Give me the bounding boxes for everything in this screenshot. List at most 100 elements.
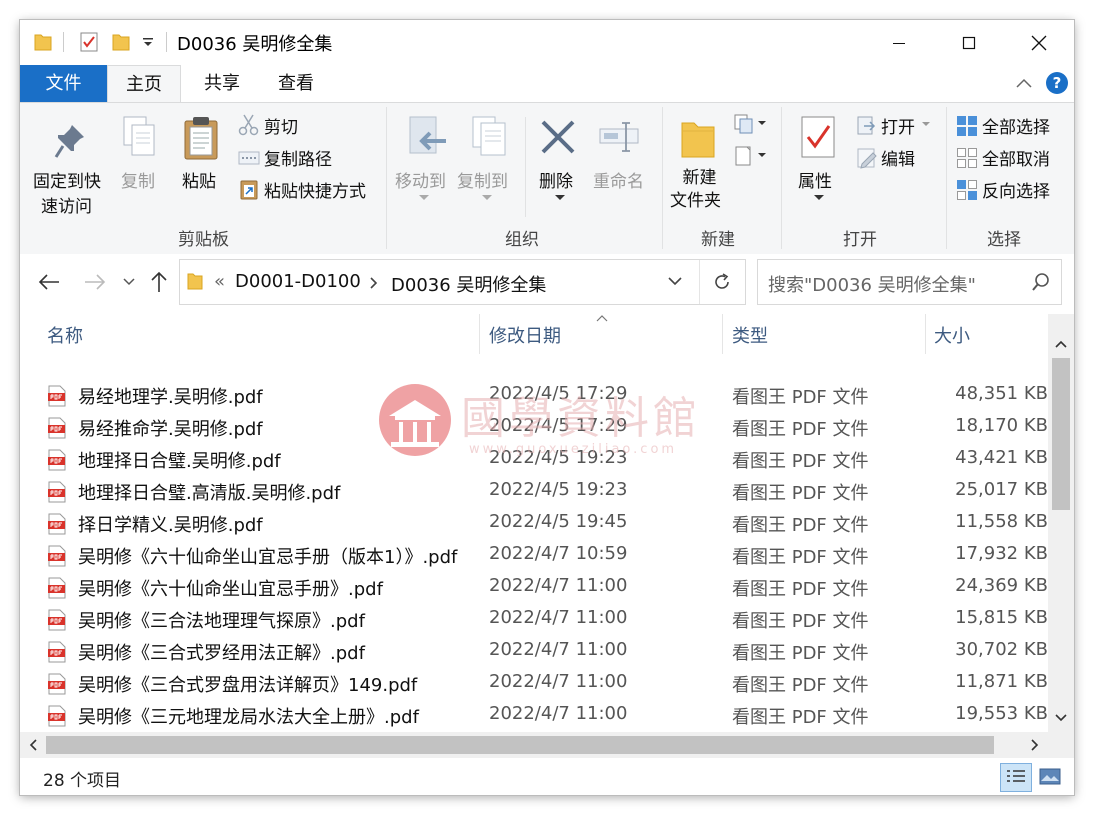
column-divider[interactable] — [925, 314, 926, 354]
title-separator — [166, 32, 167, 52]
pdf-file-icon — [48, 481, 66, 503]
select-all-button[interactable]: 全部选择 — [982, 113, 1050, 138]
breadcrumb-overflow[interactable]: « — [214, 271, 225, 292]
pdf-file-icon — [48, 417, 66, 439]
pdf-file-icon — [48, 513, 66, 535]
large-icons-view-button[interactable] — [1036, 763, 1064, 790]
breadcrumb-current[interactable]: D0036 吴明修全集 — [391, 271, 546, 297]
file-row[interactable]: 吴明修《三元地理龙局水法大全上册》.pdf 2022/4/7 11:00 看图王 P… — [20, 700, 1048, 732]
copy-path-button[interactable]: 复制路径 — [264, 145, 332, 170]
collapse-ribbon-icon[interactable] — [1016, 78, 1032, 88]
explorer-window: D0036 吴明修全集 文件 主页 共享 查看 ? 固定到快 速访问 复制 粘贴… — [20, 20, 1074, 795]
scroll-up-arrow-icon[interactable] — [1055, 340, 1067, 348]
file-name: 地理择日合璧.吴明修.pdf — [78, 451, 281, 472]
file-row[interactable]: 吴明修《三合式罗盘用法详解页》149.pdf 2022/4/7 11:00 看图王 … — [20, 668, 1048, 700]
invert-selection-icon — [957, 180, 977, 200]
column-date[interactable]: 修改日期 — [489, 322, 561, 348]
minimize-button[interactable] — [864, 20, 934, 65]
file-row[interactable]: 地理择日合璧.吴明修.pdf 2022/4/5 19:23 看图王 PDF 文件 43… — [20, 444, 1048, 476]
pin-quick-access-button[interactable]: 固定到快 速访问 — [33, 167, 101, 217]
refresh-icon[interactable] — [712, 272, 732, 292]
properties-button[interactable]: 属性 — [798, 167, 832, 192]
file-row[interactable]: 易经推命学.吴明修.pdf 2022/4/5 17:29 看图王 PDF 文件 18,… — [20, 412, 1048, 444]
new-folder-qat-icon[interactable] — [112, 32, 130, 52]
column-divider[interactable] — [722, 314, 723, 354]
search-box[interactable]: 搜索"D0036 吴明修全集" — [757, 259, 1062, 305]
close-button[interactable] — [1004, 20, 1074, 65]
horizontal-scrollbar[interactable] — [20, 732, 1048, 758]
ribbon-home: 固定到快 速访问 复制 粘贴 剪切 复制路径 粘贴快捷方式 剪贴板 移动到 复制… — [20, 102, 1074, 256]
file-name: 吴明修《三合法地理理气探原》.pdf — [78, 611, 365, 632]
move-to-button[interactable]: 移动到 — [395, 167, 446, 192]
breadcrumb-d0001-d0100[interactable]: D0001-D0100 — [235, 271, 361, 292]
file-row[interactable]: 易经地理学.吴明修.pdf 2022/4/5 17:29 看图王 PDF 文件 48,… — [20, 380, 1048, 412]
easy-access-icon[interactable] — [733, 145, 755, 167]
edit-button[interactable]: 编辑 — [881, 145, 915, 170]
address-dropdown-icon[interactable] — [668, 277, 682, 286]
file-name: 吴明修《六十仙命坐山宜忌手册（版本1）》.pdf — [78, 547, 458, 568]
rename-button[interactable]: 重命名 — [593, 167, 644, 192]
pdf-file-icon — [48, 641, 66, 663]
horizontal-scroll-thumb[interactable] — [46, 736, 994, 754]
cut-button[interactable]: 剪切 — [264, 113, 298, 138]
tab-view[interactable]: 查看 — [260, 65, 332, 102]
qat-dropdown-icon[interactable] — [142, 36, 154, 50]
group-label-new: 新建 — [701, 230, 735, 250]
vertical-scroll-thumb[interactable] — [1052, 358, 1070, 510]
file-size: 25,017 KB — [955, 479, 1048, 500]
scroll-down-arrow-icon[interactable] — [1055, 714, 1067, 722]
tab-file[interactable]: 文件 — [20, 65, 107, 102]
column-name[interactable]: 名称 — [47, 322, 83, 348]
file-modified-date: 2022/4/5 19:23 — [489, 479, 628, 500]
properties-qat-icon[interactable] — [79, 31, 99, 53]
vertical-scrollbar[interactable] — [1048, 314, 1074, 732]
file-row[interactable]: 择日学精义.吴明修.pdf 2022/4/5 19:45 看图王 PDF 文件 11,… — [20, 508, 1048, 540]
new-folder-button[interactable]: 新建 文件夹 — [670, 167, 721, 213]
back-arrow-icon[interactable] — [38, 273, 60, 291]
file-row[interactable]: 吴明修《六十仙命坐山宜忌手册》.pdf 2022/4/7 11:00 看图王 PDF… — [20, 572, 1048, 604]
open-button[interactable]: 打开 — [881, 113, 915, 138]
recent-locations-chevron-icon[interactable] — [123, 278, 135, 286]
file-row[interactable]: 吴明修《六十仙命坐山宜忌手册（版本1）》.pdf 2022/4/7 10:59 看图… — [20, 540, 1048, 572]
breadcrumb-chevron-icon[interactable] — [370, 277, 378, 289]
file-modified-date: 2022/4/7 11:00 — [489, 639, 628, 660]
file-row[interactable]: 地理择日合璧.高清版.吴明修.pdf 2022/4/5 19:23 看图王 PDF … — [20, 476, 1048, 508]
maximize-button[interactable] — [934, 20, 1004, 65]
pdf-file-icon — [48, 673, 66, 695]
pdf-file-icon — [48, 577, 66, 599]
column-type[interactable]: 类型 — [732, 322, 768, 348]
paste-shortcut-button[interactable]: 粘贴快捷方式 — [264, 177, 366, 202]
file-row[interactable]: 吴明修《三合式罗经用法正解》.pdf 2022/4/7 11:00 看图王 PDF … — [20, 636, 1048, 668]
pdf-file-icon — [48, 545, 66, 567]
column-divider[interactable] — [479, 314, 480, 354]
copy-button[interactable]: 复制 — [121, 167, 155, 192]
file-row[interactable]: 吴明修《三合法地理理气探原》.pdf 2022/4/7 11:00 看图王 PDF … — [20, 604, 1048, 636]
delete-button[interactable]: 删除 — [539, 167, 573, 192]
select-none-button[interactable]: 全部取消 — [982, 145, 1050, 170]
search-icon[interactable] — [1031, 272, 1051, 292]
file-size: 15,815 KB — [955, 607, 1048, 628]
minimize-icon — [893, 42, 905, 44]
paste-button[interactable]: 粘贴 — [182, 167, 216, 192]
details-view-button[interactable] — [1000, 763, 1032, 792]
file-name: 择日学精义.吴明修.pdf — [78, 515, 263, 536]
column-size[interactable]: 大小 — [934, 322, 970, 348]
forward-arrow-icon[interactable] — [84, 273, 106, 291]
address-bar[interactable]: « D0001-D0100 D0036 吴明修全集 — [179, 259, 746, 305]
pdf-file-icon — [48, 609, 66, 631]
copy-to-button[interactable]: 复制到 — [457, 167, 508, 192]
help-button[interactable]: ? — [1046, 72, 1068, 94]
file-name: 易经地理学.吴明修.pdf — [78, 387, 263, 408]
scroll-right-arrow-icon[interactable] — [1031, 739, 1039, 751]
easy-access-dropdown-icon — [758, 153, 766, 157]
sort-ascending-icon — [596, 315, 608, 322]
ribbon-tabs: 文件 主页 共享 查看 ? — [20, 65, 1074, 102]
invert-selection-button[interactable]: 反向选择 — [982, 177, 1050, 202]
scroll-left-arrow-icon[interactable] — [29, 739, 37, 751]
column-header: 名称 修改日期 类型 大小 — [20, 314, 1074, 354]
search-placeholder[interactable]: 搜索"D0036 吴明修全集" — [768, 271, 976, 297]
tab-home[interactable]: 主页 — [107, 65, 181, 102]
up-arrow-icon[interactable] — [150, 271, 168, 293]
tab-share[interactable]: 共享 — [186, 65, 258, 102]
new-item-icon[interactable] — [733, 113, 755, 135]
